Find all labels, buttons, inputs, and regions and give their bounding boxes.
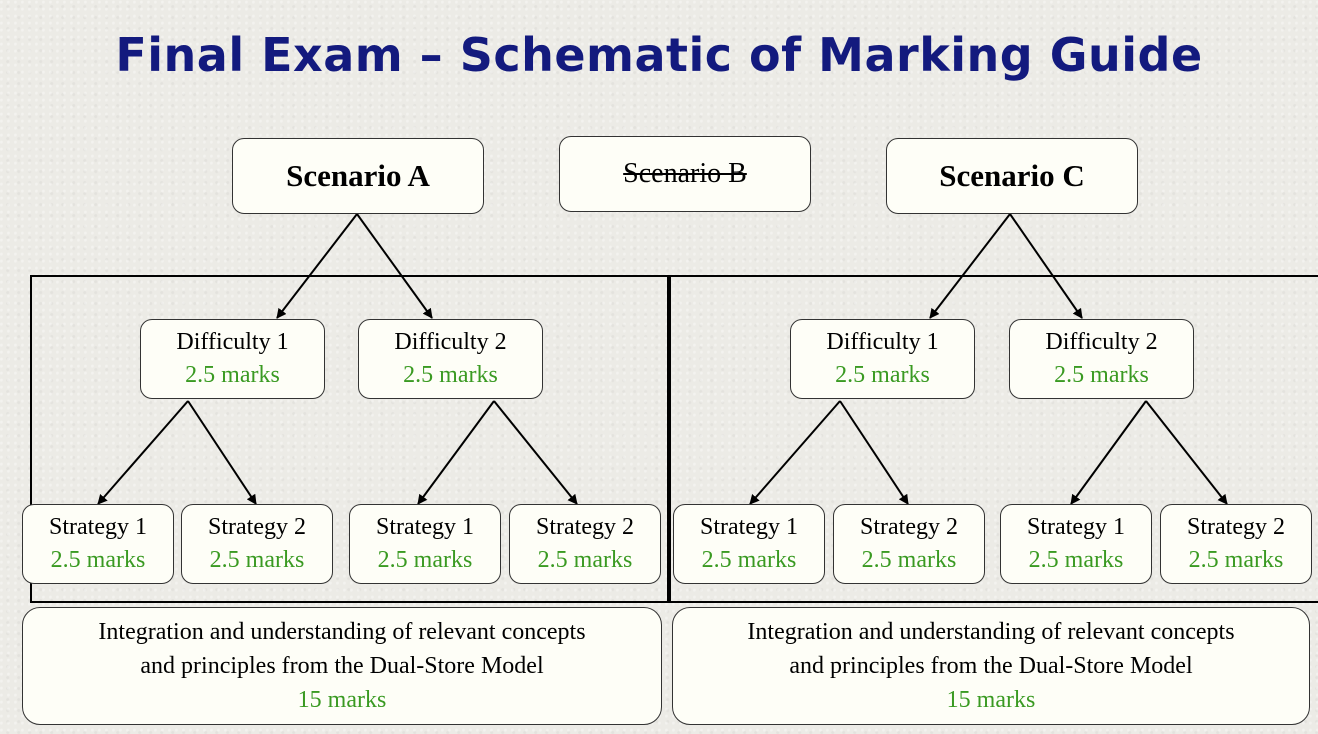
- scenario-b-label: Scenario B: [623, 158, 747, 189]
- strategy-label: Strategy 1: [700, 514, 798, 540]
- difficulty-label: Difficulty 1: [826, 329, 939, 355]
- summary-marks: 15 marks: [297, 687, 387, 713]
- arrow-c-to-difficulty-2: [1009, 213, 1083, 319]
- difficulty-box: Difficulty 2 2.5 marks: [358, 319, 543, 399]
- strategy-marks: 2.5 marks: [50, 547, 146, 573]
- strategy-box: Strategy 2 2.5 marks: [1160, 504, 1312, 584]
- strategy-label: Strategy 2: [1187, 514, 1285, 540]
- strategy-box: Strategy 1 2.5 marks: [22, 504, 174, 584]
- strategy-box: Strategy 1 2.5 marks: [349, 504, 501, 584]
- integration-summary-box: Integration and understanding of relevan…: [672, 607, 1310, 725]
- arrow-c-d1-to-strategy-2: [839, 400, 909, 505]
- scenario-c-box: Scenario C: [886, 138, 1138, 214]
- arrow-a-d1-to-strategy-1: [97, 400, 189, 505]
- summary-line-1: Integration and understanding of relevan…: [747, 619, 1235, 645]
- strategy-marks: 2.5 marks: [209, 547, 305, 573]
- difficulty-label: Difficulty 2: [394, 329, 507, 355]
- summary-line-1: Integration and understanding of relevan…: [98, 619, 586, 645]
- arrow-c-to-difficulty-1: [929, 213, 1011, 319]
- strategy-marks: 2.5 marks: [1188, 547, 1284, 573]
- summary-line-2: and principles from the Dual-Store Model: [789, 653, 1193, 679]
- strategy-label: Strategy 1: [376, 514, 474, 540]
- arrow-a-d2-to-strategy-1: [417, 400, 495, 505]
- difficulty-label: Difficulty 1: [176, 329, 289, 355]
- difficulty-marks: 2.5 marks: [835, 362, 930, 388]
- strategy-label: Strategy 2: [208, 514, 306, 540]
- strategy-box: Strategy 1 2.5 marks: [673, 504, 825, 584]
- strategy-label: Strategy 2: [536, 514, 634, 540]
- difficulty-marks: 2.5 marks: [1054, 362, 1149, 388]
- summary-line-2: and principles from the Dual-Store Model: [140, 653, 544, 679]
- strategy-label: Strategy 1: [49, 514, 147, 540]
- arrow-a-to-difficulty-1: [276, 213, 358, 319]
- scenario-a-box: Scenario A: [232, 138, 484, 214]
- integration-summary-box: Integration and understanding of relevan…: [22, 607, 662, 725]
- difficulty-marks: 2.5 marks: [403, 362, 498, 388]
- scenario-c-label: Scenario C: [939, 158, 1085, 193]
- strategy-marks: 2.5 marks: [701, 547, 797, 573]
- summary-marks: 15 marks: [946, 687, 1036, 713]
- strategy-box: Strategy 2 2.5 marks: [181, 504, 333, 584]
- strategy-box: Strategy 1 2.5 marks: [1000, 504, 1152, 584]
- difficulty-box: Difficulty 1 2.5 marks: [140, 319, 325, 399]
- strategy-box: Strategy 2 2.5 marks: [509, 504, 661, 584]
- arrow-a-to-difficulty-2: [356, 213, 433, 319]
- arrow-a-d1-to-strategy-2: [187, 400, 257, 505]
- strategy-marks: 2.5 marks: [377, 547, 473, 573]
- difficulty-marks: 2.5 marks: [185, 362, 280, 388]
- scenario-b-box: Scenario B: [559, 136, 811, 212]
- difficulty-box: Difficulty 1 2.5 marks: [790, 319, 975, 399]
- arrow-a-d2-to-strategy-2: [493, 400, 578, 505]
- arrow-c-d2-to-strategy-1: [1070, 400, 1147, 505]
- arrow-c-d2-to-strategy-2: [1145, 400, 1228, 505]
- arrow-c-d1-to-strategy-1: [749, 400, 841, 505]
- strategy-marks: 2.5 marks: [1028, 547, 1124, 573]
- scenario-a-label: Scenario A: [286, 158, 430, 193]
- difficulty-label: Difficulty 2: [1045, 329, 1158, 355]
- difficulty-box: Difficulty 2 2.5 marks: [1009, 319, 1194, 399]
- strategy-marks: 2.5 marks: [861, 547, 957, 573]
- strategy-box: Strategy 2 2.5 marks: [833, 504, 985, 584]
- strategy-marks: 2.5 marks: [537, 547, 633, 573]
- strategy-label: Strategy 2: [860, 514, 958, 540]
- strategy-label: Strategy 1: [1027, 514, 1125, 540]
